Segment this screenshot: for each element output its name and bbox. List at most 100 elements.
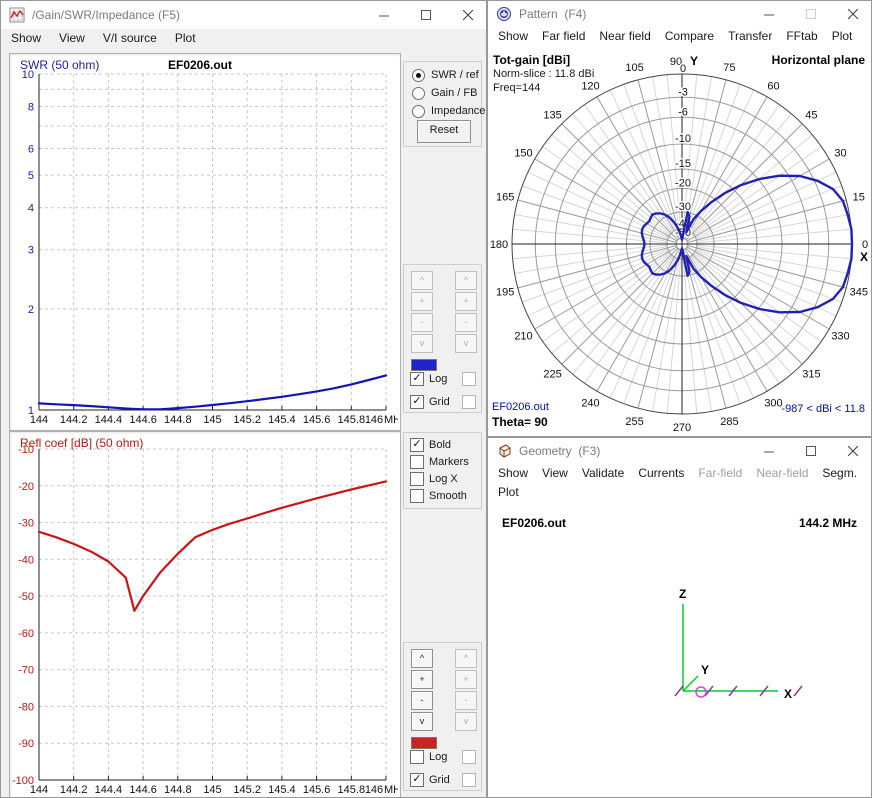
menu-item-currents[interactable]: Currents: [638, 466, 684, 480]
pattern-gain-type: Tot-gain [dBi]: [493, 53, 570, 67]
svg-text:-90: -90: [18, 738, 34, 750]
menu-item-fftab[interactable]: FFtab: [786, 29, 817, 43]
close-button[interactable]: [462, 9, 474, 21]
scale-button-[interactable]: +: [411, 670, 433, 689]
menu-item-compare[interactable]: Compare: [665, 29, 714, 43]
pattern-plane-label: Horizontal plane: [772, 53, 865, 67]
checkbox-row-grid: ✓Grid: [410, 773, 478, 787]
svg-text:145.4: 145.4: [268, 784, 296, 796]
radio-option-impedance[interactable]: Impedance: [412, 104, 485, 118]
swr-chart-panel: SWR (50 ohm) EF0206.out 144144.2144.4144…: [9, 53, 401, 431]
menubar-geometry-row2: Plot: [488, 483, 871, 502]
svg-text:345: 345: [850, 286, 868, 298]
checkbox-log-x[interactable]: [410, 472, 424, 486]
checkbox-row-bold: ✓Bold: [410, 438, 478, 452]
menu-item-segm[interactable]: Segm.: [822, 466, 857, 480]
checkbox-secondary-grid[interactable]: [462, 773, 476, 787]
svg-text:60: 60: [767, 81, 779, 93]
window-gain-swr-impedance: /Gain/SWR/Impedance (F5) Show View V/I sou…: [0, 0, 487, 798]
maximize-button[interactable]: [805, 445, 817, 457]
menu-item-show[interactable]: Show: [498, 466, 528, 480]
svg-text:144.2: 144.2: [60, 414, 88, 426]
menu-item-view[interactable]: View: [59, 31, 85, 45]
svg-text:105: 105: [625, 62, 643, 74]
reset-button[interactable]: Reset: [417, 120, 471, 143]
menu-item-validate[interactable]: Validate: [582, 466, 624, 480]
radio-button-icon[interactable]: [412, 105, 425, 118]
swr-scale-group: ^+-v ^+-v ✓Log✓Grid: [403, 264, 482, 413]
maximize-button[interactable]: [420, 9, 432, 21]
checkbox-grid[interactable]: ✓: [410, 395, 424, 409]
checkbox-smooth[interactable]: [410, 489, 424, 503]
checkbox-log[interactable]: [410, 750, 424, 764]
menu-item-plot[interactable]: Plot: [175, 31, 196, 45]
svg-text:-40: -40: [18, 554, 34, 566]
scale-button-v: v: [411, 334, 433, 353]
radio-option-gain-fb[interactable]: Gain / FB: [412, 86, 485, 100]
checkbox-bold[interactable]: ✓: [410, 438, 424, 452]
minimize-button[interactable]: [763, 445, 775, 457]
checkbox-secondary-log[interactable]: [462, 750, 476, 764]
svg-text:1: 1: [28, 405, 34, 417]
svg-text:0: 0: [680, 63, 686, 75]
svg-text:165: 165: [496, 192, 514, 204]
menubar-geometry-row1: ShowViewValidateCurrentsFar-fieldNear-fi…: [488, 464, 871, 483]
titlebar-pattern[interactable]: Pattern (F4): [488, 1, 871, 27]
menu-item-plot[interactable]: Plot: [498, 485, 519, 499]
titlebar-gain-swr[interactable]: /Gain/SWR/Impedance (F5): [1, 1, 486, 29]
svg-text:150: 150: [514, 148, 532, 160]
radio-option-swr-ref[interactable]: SWR / ref: [412, 68, 485, 82]
menu-item-plot[interactable]: Plot: [832, 29, 853, 43]
geometry-window-icon: [496, 443, 512, 459]
menu-item-transfer[interactable]: Transfer: [728, 29, 772, 43]
refl-chart: 144144.2144.4144.6144.8145145.2145.4145.…: [10, 432, 398, 796]
refl-trace-color-swatch[interactable]: [411, 737, 437, 749]
checkbox-markers[interactable]: [410, 455, 424, 469]
svg-text:145.6: 145.6: [303, 414, 331, 426]
close-button[interactable]: [847, 445, 859, 457]
scale-button-: ^: [455, 271, 477, 290]
radio-button-icon[interactable]: [412, 69, 425, 82]
radio-label: Gain / FB: [431, 87, 477, 99]
radio-button-icon[interactable]: [412, 87, 425, 100]
window-title: /Gain/SWR/Impedance (F5): [32, 8, 371, 22]
svg-text:240: 240: [581, 398, 599, 410]
menu-item-v-i-source[interactable]: V/I source: [103, 31, 157, 45]
pattern-file-name: EF0206.out: [492, 401, 549, 413]
close-button[interactable]: [847, 8, 859, 20]
minimize-button[interactable]: [763, 8, 775, 20]
checkbox-secondary-log[interactable]: [462, 372, 476, 386]
svg-text:285: 285: [720, 416, 738, 428]
window-title: Geometry (F3): [519, 444, 756, 458]
svg-text:6: 6: [28, 144, 34, 156]
scale-button-v[interactable]: v: [411, 712, 433, 731]
scale-button-[interactable]: -: [411, 691, 433, 710]
checkbox-row-log-x: Log X: [410, 472, 478, 486]
scale-button-: +: [455, 670, 477, 689]
geometry-file-name: EF0206.out: [502, 516, 566, 530]
pattern-window-icon: [496, 6, 512, 22]
scale-button-[interactable]: ^: [411, 649, 433, 668]
svg-text:195: 195: [496, 286, 514, 298]
scale-button-: ^: [411, 271, 433, 290]
svg-text:180: 180: [490, 239, 508, 251]
svg-text:145.2: 145.2: [233, 414, 261, 426]
checkbox-grid[interactable]: ✓: [410, 773, 424, 787]
menu-item-far-field[interactable]: Far field: [542, 29, 585, 43]
menu-item-view[interactable]: View: [542, 466, 568, 480]
svg-text:-30: -30: [18, 518, 34, 530]
svg-text:145.6: 145.6: [303, 784, 331, 796]
svg-text:144.8: 144.8: [164, 784, 192, 796]
menu-item-show[interactable]: Show: [498, 29, 528, 43]
menu-item-near-field[interactable]: Near field: [599, 29, 650, 43]
titlebar-geometry[interactable]: Geometry (F3): [488, 438, 871, 464]
checkbox-label: Grid: [429, 396, 450, 408]
refl-scale-buttons-right: ^+-v: [455, 649, 477, 731]
swr-trace-color-swatch[interactable]: [411, 359, 437, 371]
menu-item-show[interactable]: Show: [11, 31, 41, 45]
checkbox-row-smooth: Smooth: [410, 489, 478, 503]
scale-button-: +: [455, 292, 477, 311]
checkbox-log[interactable]: ✓: [410, 372, 424, 386]
minimize-button[interactable]: [378, 9, 390, 21]
checkbox-secondary-grid[interactable]: [462, 395, 476, 409]
